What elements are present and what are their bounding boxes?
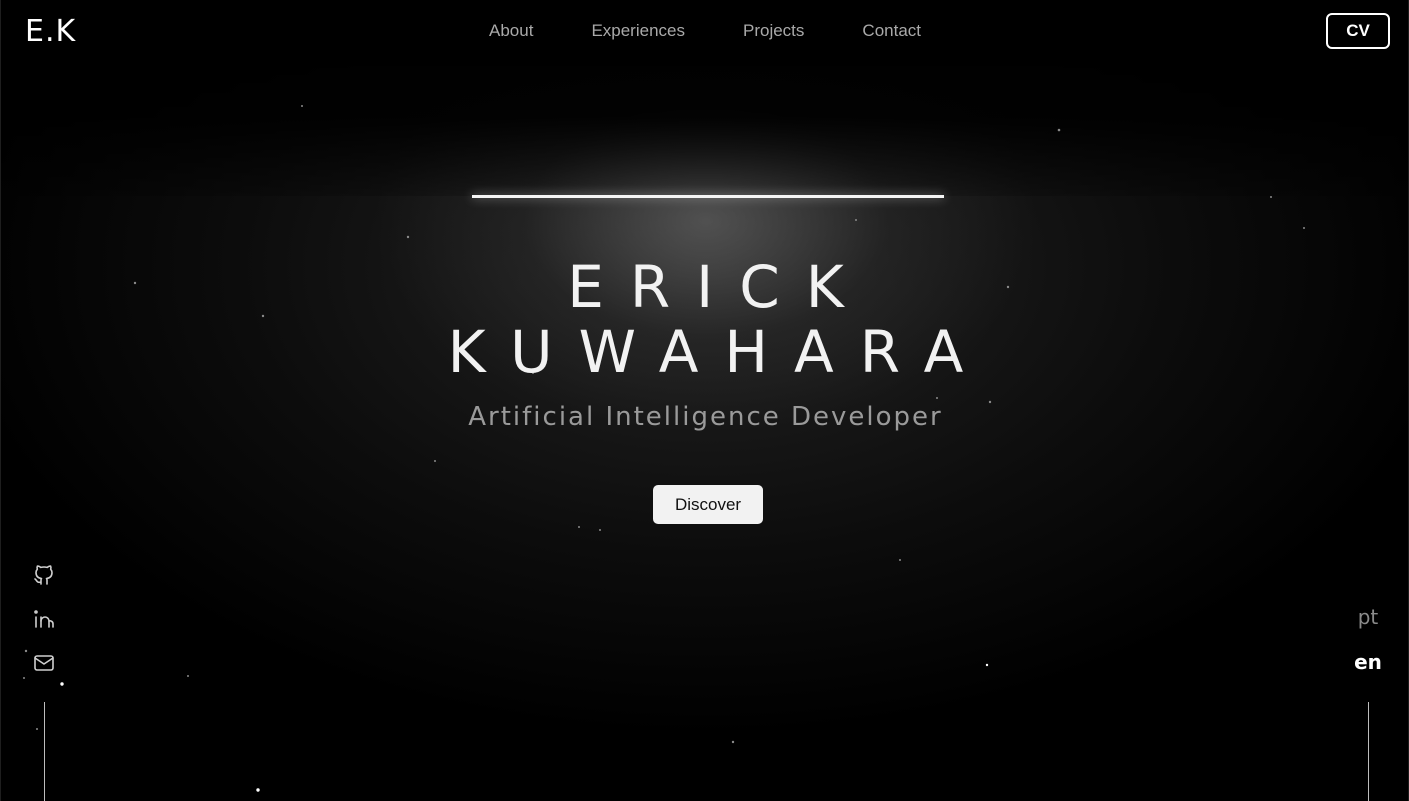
language-switcher: pt en (1347, 605, 1389, 695)
social-links (32, 563, 56, 695)
social-divider-line (44, 702, 45, 801)
hero-first-name: ERICK (567, 253, 870, 321)
language-divider-line (1368, 702, 1369, 801)
hero-subtitle: Artificial Intelligence Developer (468, 402, 943, 432)
lang-option-en[interactable]: en (1347, 650, 1389, 675)
nav-contact[interactable]: Contact (862, 21, 921, 41)
page: E.K About Experiences Projects Contact C… (0, 0, 1409, 801)
discover-button[interactable]: Discover (653, 485, 763, 524)
main-nav: About Experiences Projects Contact (489, 21, 921, 41)
cv-button[interactable]: CV (1326, 13, 1390, 49)
linkedin-icon[interactable] (32, 607, 56, 631)
lang-option-pt[interactable]: pt (1347, 605, 1389, 630)
nav-experiences[interactable]: Experiences (591, 21, 685, 41)
nav-projects[interactable]: Projects (743, 21, 804, 41)
starfield (23, 105, 1305, 792)
spotlight-glow (1, 66, 1408, 801)
logo[interactable]: E.K (25, 14, 76, 49)
mail-icon[interactable] (32, 651, 56, 675)
github-icon[interactable] (32, 563, 56, 587)
lamp-line (472, 195, 944, 198)
top-navbar: E.K About Experiences Projects Contact C… (1, 0, 1408, 64)
nav-about[interactable]: About (489, 21, 533, 41)
hero-last-name: KUWAHARA (447, 318, 990, 386)
